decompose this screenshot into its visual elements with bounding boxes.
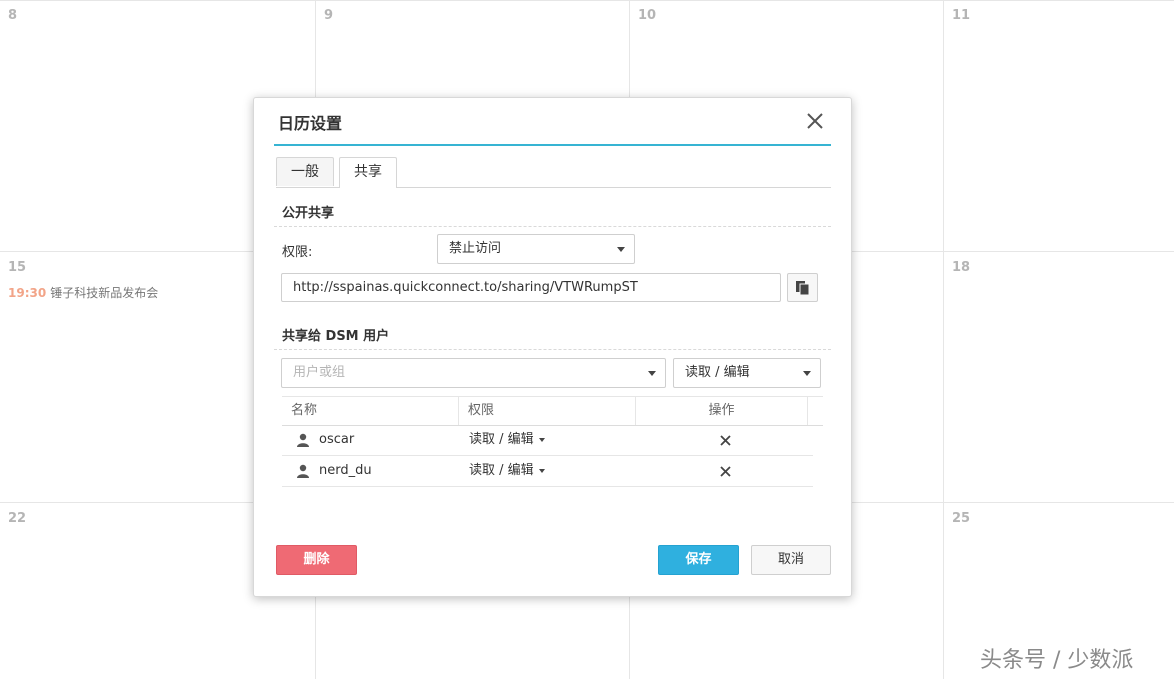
dsm-share-title: 共享给 DSM 用户 bbox=[282, 329, 390, 344]
user-icon bbox=[297, 433, 309, 447]
table-header: 名称 权限 操作 bbox=[282, 396, 823, 426]
public-share-title: 公开共享 bbox=[282, 206, 335, 221]
close-icon bbox=[720, 435, 731, 446]
close-icon bbox=[720, 466, 731, 477]
dsm-permission-select[interactable]: 读取 / 编辑 bbox=[673, 358, 821, 388]
user-or-group-select[interactable]: 用户或组 bbox=[281, 358, 666, 388]
user-icon bbox=[297, 464, 309, 478]
permission-label: 权限: bbox=[282, 245, 313, 260]
day-number: 18 bbox=[952, 260, 971, 275]
cancel-button[interactable]: 取消 bbox=[751, 545, 831, 575]
close-button[interactable] bbox=[802, 108, 828, 134]
day-number: 25 bbox=[952, 511, 971, 526]
day-cell[interactable]: 11 bbox=[944, 0, 1174, 252]
column-header-permission[interactable]: 权限 bbox=[459, 397, 636, 425]
public-permission-value: 禁止访问 bbox=[449, 241, 502, 256]
title-underline bbox=[274, 144, 831, 146]
public-permission-select[interactable]: 禁止访问 bbox=[437, 234, 635, 264]
share-url-field[interactable]: http://sspainas.quickconnect.to/sharing/… bbox=[281, 273, 781, 302]
day-number: 8 bbox=[8, 8, 18, 23]
delete-button[interactable]: 删除 bbox=[276, 545, 357, 575]
remove-user-button[interactable] bbox=[720, 456, 731, 486]
copy-icon bbox=[796, 281, 810, 296]
tab-bar: 一般 共享 bbox=[276, 157, 831, 188]
grid-top-border bbox=[0, 0, 1174, 1]
day-number: 22 bbox=[8, 511, 27, 526]
close-icon bbox=[807, 113, 823, 129]
user-permission-value: 读取 / 编辑 bbox=[469, 432, 534, 447]
day-cell[interactable]: 18 bbox=[944, 252, 1174, 503]
watermark: 头条号 / 少数派 bbox=[980, 648, 1134, 673]
tab-sharing[interactable]: 共享 bbox=[339, 157, 397, 188]
user-or-group-placeholder: 用户或组 bbox=[293, 365, 346, 380]
user-name: oscar bbox=[319, 432, 355, 447]
user-name: nerd_du bbox=[319, 463, 372, 478]
day-number: 11 bbox=[952, 8, 971, 23]
remove-user-button[interactable] bbox=[720, 425, 731, 455]
table-row[interactable]: nerd_du 读取 / 编辑 bbox=[282, 456, 813, 487]
day-number: 15 bbox=[8, 260, 27, 275]
table-row[interactable]: oscar 读取 / 编辑 bbox=[282, 425, 813, 456]
copy-url-button[interactable] bbox=[787, 273, 818, 302]
tab-general[interactable]: 一般 bbox=[276, 157, 334, 186]
caret-down-icon bbox=[538, 437, 545, 442]
user-permission-value: 读取 / 编辑 bbox=[469, 463, 534, 478]
column-header-name[interactable]: 名称 bbox=[282, 397, 459, 425]
chevron-down-icon bbox=[803, 371, 811, 376]
day-number: 10 bbox=[638, 8, 657, 23]
calendar-event[interactable]: 19:30 锤子科技新品发布会 bbox=[8, 284, 158, 301]
calendar-settings-dialog: 日历设置 一般 共享 公开共享 权限: 禁止访问 http://sspainas… bbox=[253, 97, 852, 597]
save-button[interactable]: 保存 bbox=[658, 545, 739, 575]
dsm-permission-value: 读取 / 编辑 bbox=[685, 365, 750, 380]
divider bbox=[274, 226, 831, 227]
chevron-down-icon bbox=[648, 371, 656, 376]
chevron-down-icon bbox=[617, 247, 625, 252]
dialog-title: 日历设置 bbox=[278, 114, 343, 133]
user-permission-dropdown[interactable]: 读取 / 编辑 bbox=[469, 425, 545, 455]
divider bbox=[274, 349, 831, 350]
event-title: 锤子科技新品发布会 bbox=[50, 286, 159, 300]
event-time: 19:30 bbox=[8, 286, 47, 300]
user-permission-dropdown[interactable]: 读取 / 编辑 bbox=[469, 456, 545, 486]
caret-down-icon bbox=[538, 468, 545, 473]
column-header-actions: 操作 bbox=[636, 397, 808, 425]
day-number: 9 bbox=[324, 8, 334, 23]
